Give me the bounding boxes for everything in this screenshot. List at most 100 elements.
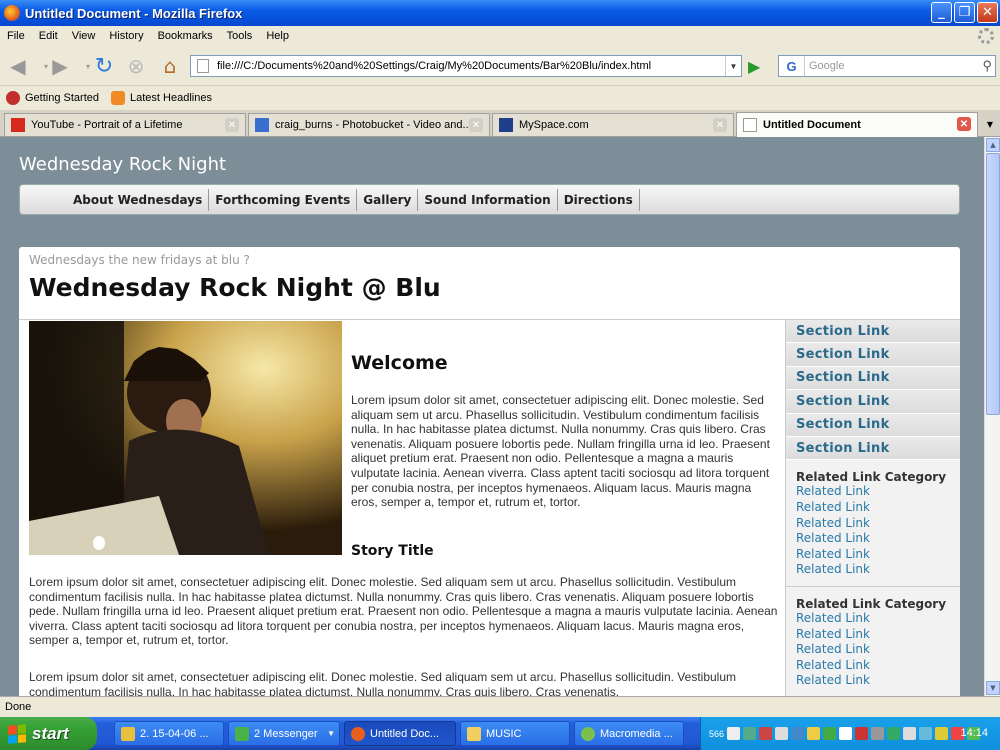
youtube-icon: [11, 118, 25, 132]
vertical-scrollbar[interactable]: ▲ ▼: [984, 137, 1000, 696]
home-icon[interactable]: ⌂: [158, 54, 182, 78]
start-button[interactable]: start: [0, 717, 97, 750]
search-input[interactable]: Google: [809, 60, 844, 72]
related-link[interactable]: Related Link: [786, 547, 960, 563]
related-link[interactable]: Related Link: [786, 627, 960, 643]
start-label: start: [32, 723, 69, 743]
tray-icon[interactable]: [855, 727, 869, 740]
photobucket-icon: [255, 118, 269, 132]
section-link[interactable]: Section Link: [786, 366, 960, 391]
tab-close-icon[interactable]: ✕: [957, 117, 971, 131]
related-link[interactable]: Related Link: [786, 642, 960, 658]
scroll-up-icon[interactable]: ▲: [986, 138, 1000, 152]
tab-close-icon[interactable]: ✕: [225, 118, 239, 132]
menu-view[interactable]: View: [65, 30, 103, 42]
taskbar-item-music[interactable]: MUSIC: [460, 721, 570, 746]
tab-photobucket[interactable]: craig_burns - Photobucket - Video and...…: [248, 113, 490, 136]
firefox-bookmark-icon: [6, 91, 20, 105]
firefox-icon: [4, 5, 20, 21]
tray-icon[interactable]: [839, 727, 853, 740]
tab-close-icon[interactable]: ✕: [713, 118, 727, 132]
related-link[interactable]: Related Link: [786, 562, 960, 578]
clock[interactable]: 14:14: [960, 727, 988, 739]
menu-history[interactable]: History: [102, 30, 150, 42]
site-title: Wednesday Rock Night: [19, 154, 227, 175]
nav-directions[interactable]: Directions: [558, 188, 640, 211]
tab-label: MySpace.com: [519, 119, 589, 131]
rss-icon: [111, 91, 125, 105]
tray-icon[interactable]: [935, 727, 949, 740]
related-link[interactable]: Related Link: [786, 658, 960, 674]
status-text: Done: [5, 701, 32, 713]
tab-list-icon[interactable]: ▼: [982, 114, 998, 134]
scroll-thumb[interactable]: [986, 153, 1000, 415]
bookmark-latest-headlines[interactable]: Latest Headlines: [111, 91, 212, 105]
search-engine-icon[interactable]: G: [779, 56, 805, 76]
related-link[interactable]: Related Link: [786, 500, 960, 516]
menu-help[interactable]: Help: [259, 30, 296, 42]
menu-edit[interactable]: Edit: [32, 30, 65, 42]
bookmarks-toolbar: Getting Started Latest Headlines: [0, 86, 1000, 110]
related-link[interactable]: Related Link: [786, 611, 960, 627]
tab-close-icon[interactable]: ✕: [469, 118, 483, 132]
section-link[interactable]: Section Link: [786, 413, 960, 437]
nav-sound-information[interactable]: Sound Information: [418, 188, 558, 211]
bookmark-getting-started[interactable]: Getting Started: [6, 91, 99, 105]
group-dropdown-icon: ▼: [327, 729, 335, 738]
tray-icon[interactable]: [919, 727, 933, 740]
network-icon[interactable]: [743, 727, 757, 740]
menu-bookmarks[interactable]: Bookmarks: [151, 30, 220, 42]
tray-icon[interactable]: [871, 727, 885, 740]
section-link[interactable]: Section Link: [786, 436, 960, 461]
search-box[interactable]: G Google ⚲: [778, 55, 996, 77]
tray-icon[interactable]: [887, 727, 901, 740]
tab-youtube[interactable]: YouTube - Portrait of a Lifetime ✕: [4, 113, 246, 136]
nav-gallery[interactable]: Gallery: [357, 188, 419, 211]
tab-myspace[interactable]: MySpace.com ✕: [492, 113, 734, 136]
firefox-icon: [351, 726, 365, 741]
taskbar-item-folder[interactable]: 2. 15-04-06 ...: [114, 721, 224, 746]
section-link[interactable]: Section Link: [786, 390, 960, 414]
maximize-button[interactable]: ❐: [954, 2, 975, 23]
myspace-icon: [499, 118, 513, 132]
nav-about-wednesdays[interactable]: About Wednesdays: [67, 188, 210, 211]
window-title: Untitled Document - Mozilla Firefox: [25, 5, 243, 21]
search-icon[interactable]: ⚲: [982, 58, 992, 74]
taskbar-item-label: 2. 15-04-06 ...: [140, 727, 209, 740]
taskbar-item-firefox[interactable]: Untitled Doc...: [344, 721, 456, 746]
tray-icon[interactable]: [903, 727, 917, 740]
forward-icon[interactable]: ▶: [48, 54, 72, 78]
stop-icon[interactable]: ⊗: [124, 54, 148, 78]
scroll-down-icon[interactable]: ▼: [986, 681, 1000, 695]
section-link[interactable]: Section Link: [786, 320, 960, 344]
welcome-text: Lorem ipsum dolor sit amet, consectetuer…: [351, 393, 770, 510]
taskbar-item-label: Untitled Doc...: [370, 727, 440, 740]
back-icon[interactable]: ◀: [6, 54, 30, 78]
related-link[interactable]: Related Link: [786, 531, 960, 547]
tab-label: craig_burns - Photobucket - Video and...: [275, 119, 472, 131]
section-link[interactable]: Section Link: [786, 343, 960, 367]
tray-icon[interactable]: [791, 727, 805, 740]
taskbar-item-macromedia[interactable]: Macromedia ...: [574, 721, 684, 746]
menu-file[interactable]: File: [0, 30, 32, 42]
program-icon: [121, 726, 135, 741]
related-link[interactable]: Related Link: [786, 516, 960, 532]
nav-forthcoming-events[interactable]: Forthcoming Events: [209, 188, 358, 211]
url-dropdown-icon[interactable]: ▼: [725, 56, 741, 76]
menu-tools[interactable]: Tools: [220, 30, 260, 42]
tray-icon[interactable]: [775, 727, 789, 740]
tab-untitled-document[interactable]: Untitled Document ✕: [736, 112, 978, 137]
url-text[interactable]: file:///C:/Documents%20and%20Settings/Cr…: [217, 60, 651, 72]
speaker-icon[interactable]: [727, 727, 741, 740]
go-icon[interactable]: ▶: [748, 57, 760, 76]
related-link[interactable]: Related Link: [786, 673, 960, 689]
taskbar-item-messenger[interactable]: 2 Messenger ▼: [228, 721, 340, 746]
close-button[interactable]: ✕: [977, 2, 998, 23]
related-link[interactable]: Related Link: [786, 484, 960, 500]
tray-icon[interactable]: [807, 727, 821, 740]
minimize-button[interactable]: _: [931, 2, 952, 23]
reload-icon[interactable]: ↻: [92, 54, 116, 79]
url-bar[interactable]: file:///C:/Documents%20and%20Settings/Cr…: [190, 55, 742, 77]
tray-icon[interactable]: [823, 727, 837, 740]
antivirus-icon[interactable]: [759, 727, 773, 740]
